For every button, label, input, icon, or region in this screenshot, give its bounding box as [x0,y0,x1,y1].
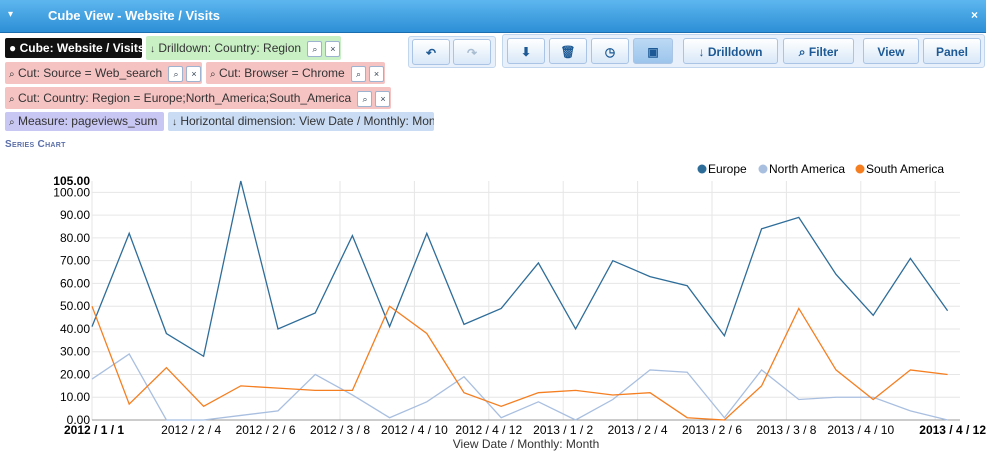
y-tick-label: 90.00 [60,208,90,222]
arrow-down-icon: ↓ [698,45,708,59]
x-axis-label: View Date / Monthly: Month [453,437,600,451]
legend-marker [758,164,768,174]
cut-country-chip[interactable]: ⌕ Cut: Country: Region = Europe;North_Am… [5,87,391,109]
x-tick-label: 2012 / 2 / 4 [161,423,221,437]
search-icon[interactable]: ⌕ [351,65,367,82]
search-icon: ⌕ [9,117,15,128]
cut-browser-label: Cut: Browser = Chrome [218,66,345,80]
y-tick-label: 70.00 [60,254,90,268]
panel-button[interactable]: Panel [923,38,981,64]
filter-button-label: Filter [808,45,839,59]
x-tick-label: 2012 / 4 / 12 [455,423,522,437]
cut-source-chip[interactable]: ⌕ Cut: Source = Web_search ⌕ × [5,62,202,84]
info-icon: ● [9,41,17,55]
horizontal-dimension-label: Horizontal dimension: View Date / Monthl… [180,114,434,128]
x-tick-label: 2013 / 1 / 2 [533,423,593,437]
window-titlebar: ▾ Cube View - Website / Visits × [0,0,986,33]
search-icon: ⌕ [9,69,15,80]
legend-label: North America [769,162,845,176]
redo-button[interactable]: ↷ [453,39,491,65]
x-tick-label: 2013 / 4 / 10 [827,423,894,437]
arrow-down-icon: ↓ [150,44,155,55]
cube-chip-label: Cube: Website / Visits [19,41,142,55]
search-icon[interactable]: ⌕ [357,90,373,107]
remove-icon[interactable]: × [325,40,341,57]
y-tick-label: 40.00 [60,322,90,336]
horizontal-dimension-chip[interactable]: ↓ Horizontal dimension: View Date / Mont… [168,112,434,131]
download-button[interactable]: ⬇ [507,38,545,64]
legend-label: South America [866,162,944,176]
search-icon: ⌕ [798,45,809,59]
drilldown-button-label: Drilldown [707,45,763,59]
filter-button[interactable]: ⌕ Filter [783,38,854,64]
history-toolbar: ↶ ↷ [408,36,496,68]
x-tick-label: 2013 / 2 / 4 [608,423,668,437]
trash-icon: 🗑 [560,45,576,59]
y-tick-label: 20.00 [60,367,90,381]
legend-marker [855,164,865,174]
x-tick-label: 2012 / 4 / 10 [381,423,448,437]
close-icon[interactable]: × [971,8,978,22]
remove-icon[interactable]: × [369,65,385,82]
search-icon[interactable]: ⌕ [168,65,184,82]
download-icon: ⬇ [520,45,532,59]
window-title: Cube View - Website / Visits [48,8,220,23]
y-tick-label: 80.00 [60,231,90,245]
cut-browser-chip[interactable]: ⌕ Cut: Browser = Chrome ⌕ × [206,62,385,84]
main-toolbar: ⬇ 🗑 ◷ ▣ ↓ Drilldown ⌕ Filter View Panel [502,34,985,68]
series-chart: 0.0010.0020.0030.0040.0050.0060.0070.008… [0,150,986,454]
collapse-icon[interactable]: ▾ [8,9,13,20]
x-tick-label: 2012 / 2 / 6 [236,423,296,437]
measure-chip[interactable]: ⌕ Measure: pageviews_sum [5,112,164,131]
legend-label: Europe [708,162,747,176]
search-icon: ⌕ [9,94,15,105]
cut-source-label: Cut: Source = Web_search [17,66,163,80]
x-tick-label: 2013 / 4 / 12 [919,423,986,437]
cube-chip[interactable]: ● Cube: Website / Visits [5,38,142,58]
chart-legend: Europe North America South America [697,162,944,176]
x-tick-label: 2012 / 3 / 8 [310,423,370,437]
clock-icon: ◷ [604,45,616,59]
remove-icon[interactable]: × [186,65,202,82]
history-button[interactable]: ◷ [591,38,629,64]
undo-button[interactable]: ↶ [412,39,450,65]
drilldown-button[interactable]: ↓ Drilldown [683,38,778,64]
drilldown-chip-label: Drilldown: Country: Region [158,41,302,55]
drilldown-chip[interactable]: ↓ Drilldown: Country: Region ⌕ × [146,36,341,60]
measure-label: Measure: pageviews_sum [17,114,158,128]
search-icon: ⌕ [210,69,216,80]
x-tick-label: 2013 / 2 / 6 [682,423,742,437]
search-icon[interactable]: ⌕ [307,40,323,57]
y-tick-label: 50.00 [60,299,90,313]
y-tick-label: 105.00 [53,174,90,188]
y-tick-label: 10.00 [60,390,90,404]
view-button[interactable]: View [863,38,919,64]
x-tick-label: 2012 / 1 / 1 [64,423,124,437]
clear-button[interactable]: 🗑 [549,38,587,64]
section-title: Series Chart [5,139,66,150]
y-tick-label: 30.00 [60,345,90,359]
image-button[interactable]: ▣ [633,38,673,64]
arrow-down-icon: ↓ [172,117,177,128]
x-tick-label: 2013 / 3 / 8 [756,423,816,437]
cut-country-label: Cut: Country: Region = Europe;North_Amer… [17,91,352,105]
y-tick-label: 60.00 [60,276,90,290]
image-icon: ▣ [647,45,659,59]
remove-icon[interactable]: × [375,90,391,107]
legend-marker [697,164,707,174]
